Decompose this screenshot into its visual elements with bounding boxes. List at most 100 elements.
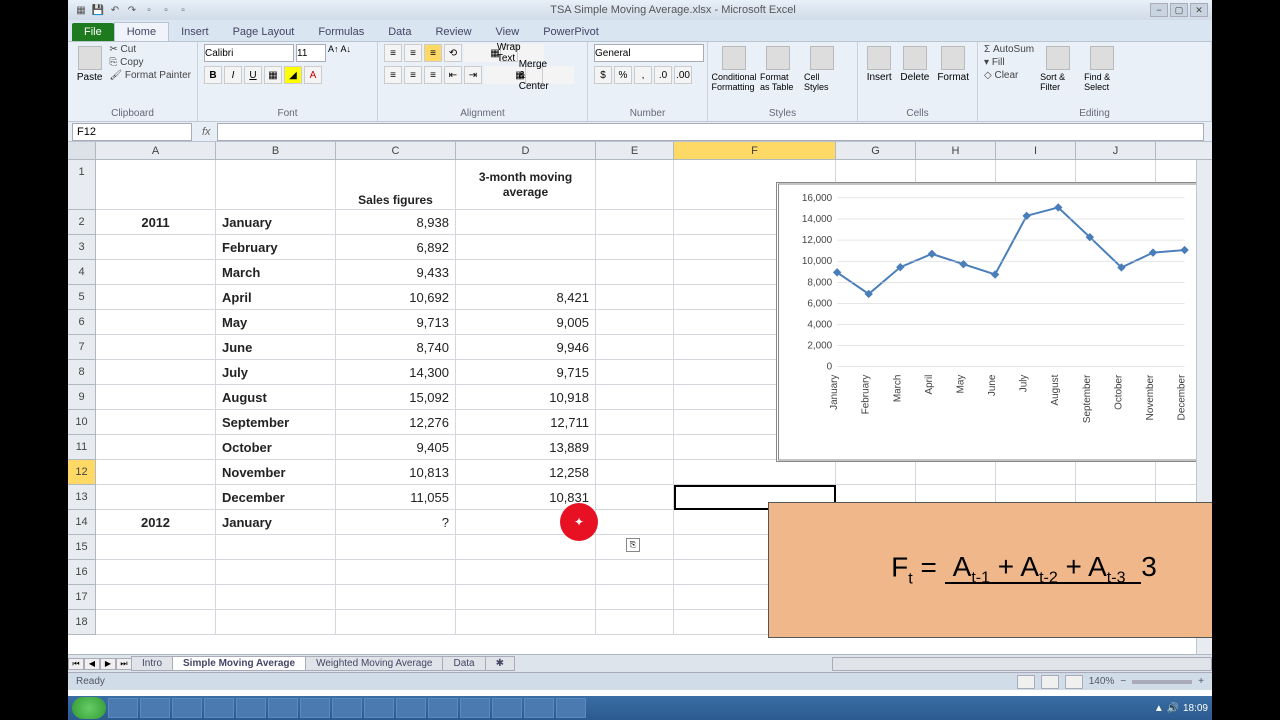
row-16[interactable]: 16 bbox=[68, 560, 95, 585]
cell[interactable] bbox=[456, 210, 596, 234]
cell[interactable] bbox=[596, 335, 674, 359]
cell[interactable]: 3-month moving average bbox=[456, 160, 596, 209]
font-color-button[interactable]: A bbox=[304, 66, 322, 84]
cell[interactable] bbox=[96, 235, 216, 259]
taskbar-app[interactable] bbox=[332, 698, 362, 718]
cell[interactable] bbox=[216, 160, 336, 209]
align-top[interactable]: ≡ bbox=[384, 44, 402, 62]
cell[interactable]: Sales figures bbox=[336, 160, 456, 209]
cell[interactable]: 9,405 bbox=[336, 435, 456, 459]
row-6[interactable]: 6 bbox=[68, 310, 95, 335]
start-button[interactable] bbox=[72, 697, 106, 719]
cell[interactable]: 12,711 bbox=[456, 410, 596, 434]
cell[interactable] bbox=[916, 460, 996, 484]
underline-button[interactable]: U bbox=[244, 66, 262, 84]
cell[interactable] bbox=[96, 285, 216, 309]
cell[interactable]: 12,258 bbox=[456, 460, 596, 484]
italic-button[interactable]: I bbox=[224, 66, 242, 84]
print-icon[interactable]: ▫ bbox=[176, 3, 190, 17]
taskbar-app[interactable] bbox=[556, 698, 586, 718]
cell[interactable] bbox=[96, 260, 216, 284]
cell[interactable]: June bbox=[216, 335, 336, 359]
minimize-button[interactable]: − bbox=[1150, 3, 1168, 17]
cell[interactable]: December bbox=[216, 485, 336, 509]
cell[interactable]: 8,421 bbox=[456, 285, 596, 309]
row-18[interactable]: 18 bbox=[68, 610, 95, 635]
align-center[interactable]: ≡ bbox=[404, 66, 422, 84]
view-pagebreak[interactable] bbox=[1065, 675, 1083, 689]
taskbar-app[interactable] bbox=[364, 698, 394, 718]
formula-input[interactable] bbox=[217, 123, 1204, 141]
cell[interactable] bbox=[96, 335, 216, 359]
embedded-chart[interactable]: 02,0004,0006,0008,00010,00012,00014,0001… bbox=[776, 182, 1206, 462]
cell[interactable] bbox=[596, 235, 674, 259]
col-J[interactable]: J bbox=[1076, 142, 1156, 159]
tab-page-layout[interactable]: Page Layout bbox=[221, 23, 307, 41]
sheet-tab-wma[interactable]: Weighted Moving Average bbox=[305, 656, 443, 671]
cell-styles-button[interactable]: Cell Styles bbox=[802, 44, 842, 94]
view-normal[interactable] bbox=[1017, 675, 1035, 689]
cell[interactable] bbox=[596, 285, 674, 309]
redo-icon[interactable]: ↷ bbox=[125, 3, 139, 17]
row-17[interactable]: 17 bbox=[68, 585, 95, 610]
cell[interactable] bbox=[596, 160, 674, 209]
cell[interactable] bbox=[96, 610, 216, 634]
cell[interactable]: 2012 bbox=[96, 510, 216, 534]
cell[interactable]: 15,092 bbox=[336, 385, 456, 409]
cell[interactable]: April bbox=[216, 285, 336, 309]
row-10[interactable]: 10 bbox=[68, 410, 95, 435]
cell[interactable]: March bbox=[216, 260, 336, 284]
row-13[interactable]: 13 bbox=[68, 485, 95, 510]
cell[interactable] bbox=[336, 535, 456, 559]
taskbar-app[interactable] bbox=[428, 698, 458, 718]
col-D[interactable]: D bbox=[456, 142, 596, 159]
row-5[interactable]: 5 bbox=[68, 285, 95, 310]
cell[interactable]: 9,433 bbox=[336, 260, 456, 284]
cell[interactable]: July bbox=[216, 360, 336, 384]
taskbar-app[interactable] bbox=[108, 698, 138, 718]
zoom-out[interactable]: − bbox=[1120, 676, 1126, 687]
worksheet-grid[interactable]: A B C D E F G H I J 12345678910111213141… bbox=[68, 142, 1212, 654]
close-button[interactable]: ✕ bbox=[1190, 3, 1208, 17]
horizontal-scrollbar[interactable] bbox=[832, 657, 1212, 671]
taskbar-app[interactable] bbox=[460, 698, 490, 718]
copy-button[interactable]: ⎘ Copy bbox=[109, 57, 191, 68]
cell[interactable]: February bbox=[216, 235, 336, 259]
format-painter-button[interactable]: 🖌 Format Painter bbox=[109, 70, 191, 81]
currency-button[interactable]: $ bbox=[594, 66, 612, 84]
name-box[interactable] bbox=[72, 123, 192, 141]
cell[interactable] bbox=[596, 435, 674, 459]
taskbar-app[interactable] bbox=[268, 698, 298, 718]
paste-button[interactable]: Paste bbox=[74, 44, 105, 85]
taskbar-app[interactable] bbox=[172, 698, 202, 718]
row-14[interactable]: 14 bbox=[68, 510, 95, 535]
merge-center-button[interactable]: ▦ Merge & Center bbox=[484, 66, 574, 84]
tab-review[interactable]: Review bbox=[423, 23, 483, 41]
cell[interactable] bbox=[336, 560, 456, 584]
col-F[interactable]: F bbox=[674, 142, 836, 159]
tab-formulas[interactable]: Formulas bbox=[306, 23, 376, 41]
tray-icons[interactable]: ▲ 🔊 bbox=[1154, 703, 1179, 714]
zoom-in[interactable]: + bbox=[1198, 676, 1204, 687]
orientation-button[interactable]: ⟲ bbox=[444, 44, 462, 62]
cell[interactable]: 10,692 bbox=[336, 285, 456, 309]
cell[interactable] bbox=[96, 585, 216, 609]
cell[interactable] bbox=[216, 610, 336, 634]
tab-nav-next[interactable]: ▶ bbox=[100, 658, 116, 670]
cell[interactable] bbox=[96, 310, 216, 334]
autofill-options-icon[interactable]: ⎘ bbox=[626, 538, 640, 552]
cell[interactable]: 9,946 bbox=[456, 335, 596, 359]
cell[interactable]: January bbox=[216, 510, 336, 534]
cell[interactable]: October bbox=[216, 435, 336, 459]
taskbar-app[interactable] bbox=[396, 698, 426, 718]
cell[interactable]: 11,055 bbox=[336, 485, 456, 509]
tab-view[interactable]: View bbox=[484, 23, 532, 41]
sheet-tab-data[interactable]: Data bbox=[442, 656, 485, 671]
zoom-slider[interactable] bbox=[1132, 680, 1192, 684]
cell[interactable]: May bbox=[216, 310, 336, 334]
cell[interactable]: August bbox=[216, 385, 336, 409]
find-select-button[interactable]: Find & Select bbox=[1082, 44, 1122, 94]
tab-file[interactable]: File bbox=[72, 23, 114, 41]
cell[interactable] bbox=[596, 360, 674, 384]
open-icon[interactable]: ▫ bbox=[159, 3, 173, 17]
